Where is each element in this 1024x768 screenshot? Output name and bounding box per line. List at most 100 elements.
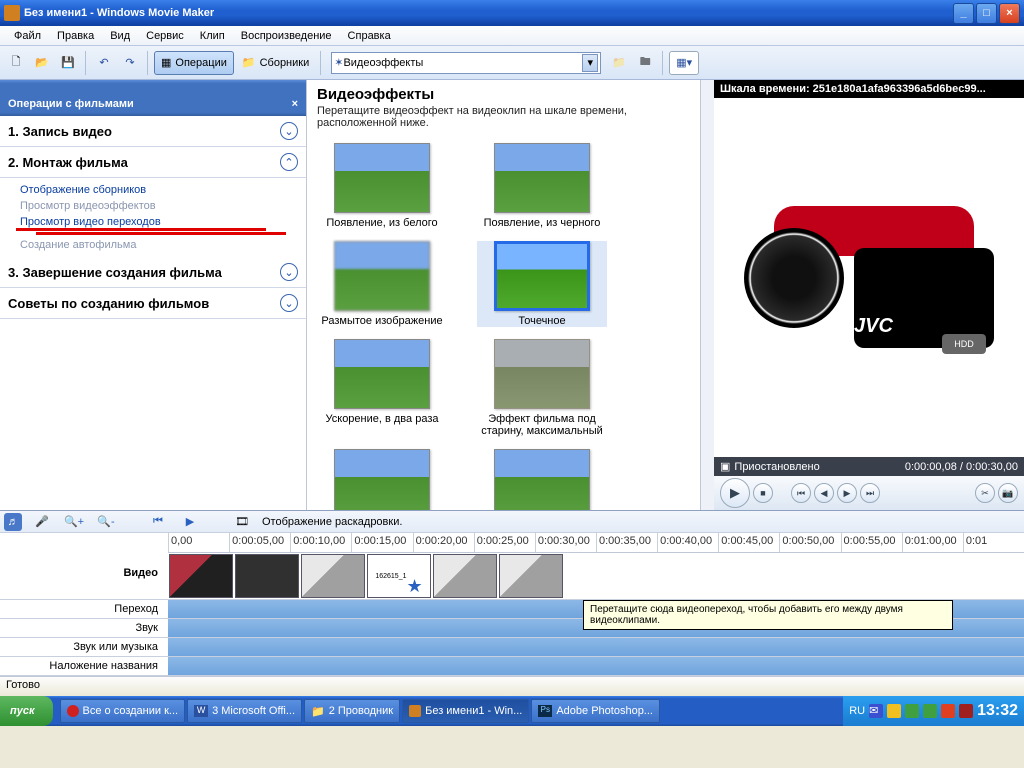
word-icon: W [194, 705, 208, 717]
chevron-down-icon: ⌄ [280, 263, 298, 281]
taskbar-item[interactable]: 📁2 Проводник [304, 699, 400, 723]
new-button[interactable]: 🗋 [4, 51, 28, 75]
effect-item[interactable]: Эффект фильма под старину, максимальный [477, 339, 607, 437]
menu-clip[interactable]: Клип [192, 28, 233, 44]
effect-item[interactable]: Размытое изображение [317, 241, 447, 327]
undo-button[interactable]: ↶ [92, 51, 116, 75]
section-finish[interactable]: 3. Завершение создания фильма ⌄ [0, 257, 306, 288]
close-button[interactable]: × [999, 3, 1020, 24]
clip[interactable] [301, 554, 365, 598]
taskbar: пуск Все о создании к... W3 Microsoft Of… [0, 696, 1024, 726]
clip[interactable] [169, 554, 233, 598]
tray-icon[interactable] [905, 704, 919, 718]
tray-icon[interactable]: ✉ [869, 704, 883, 718]
clock[interactable]: 13:32 [977, 702, 1018, 720]
link-show-collections[interactable]: Отображение сборников [20, 182, 306, 198]
up-button[interactable]: 📁 [607, 51, 631, 75]
link-view-transitions[interactable]: Просмотр видео переходов [20, 214, 306, 230]
view-button[interactable]: ▦▾ [669, 51, 699, 75]
clip[interactable] [499, 554, 563, 598]
section-capture[interactable]: 1. Запись видео ⌄ [0, 116, 306, 147]
view-mode-label[interactable]: Отображение раскадровки. [262, 516, 402, 528]
task-pane-title: Операции с фильмами [8, 98, 134, 110]
task-pane-close[interactable]: × [292, 98, 298, 110]
location-dropdown[interactable]: ▾ [582, 54, 598, 72]
section-tips[interactable]: Советы по созданию фильмов ⌄ [0, 288, 306, 319]
effect-item[interactable] [477, 449, 607, 510]
zoom-out-button[interactable]: 🔍- [94, 510, 118, 534]
tray-icon[interactable] [923, 704, 937, 718]
preview-panel: Шкала времени: 251e180a1afa963396a5d6bec… [714, 80, 1024, 510]
scrollbar[interactable] [700, 80, 714, 510]
effect-item-selected[interactable]: Точечное [477, 241, 607, 327]
redo-button[interactable]: ↷ [118, 51, 142, 75]
storyboard-icon[interactable]: 🎞 [230, 510, 254, 534]
step-back-button[interactable]: ◀ [814, 483, 834, 503]
effect-item[interactable]: Появление, из белого [317, 143, 447, 229]
track-music-content[interactable] [168, 638, 1024, 656]
track-title-content[interactable] [168, 657, 1024, 675]
zoom-in-button[interactable]: 🔍+ [62, 510, 86, 534]
tray-icon[interactable] [887, 704, 901, 718]
effect-item[interactable] [317, 449, 447, 510]
photoshop-icon: Ps [538, 705, 552, 717]
link-view-effects[interactable]: Просмотр видеоэффектов [20, 198, 306, 214]
track-video-content[interactable]: 162615_1★ [168, 553, 1024, 599]
taskbar-item[interactable]: W3 Microsoft Offi... [187, 699, 302, 723]
track-transition-content[interactable]: Перетащите сюда видеопереход, чтобы доба… [168, 600, 1024, 618]
menu-tools[interactable]: Сервис [138, 28, 192, 44]
effect-item[interactable]: Ускорение, в два раза [317, 339, 447, 437]
hdd-badge: HDD [942, 334, 986, 354]
menu-help[interactable]: Справка [340, 28, 399, 44]
effect-item[interactable]: Появление, из черного [477, 143, 607, 229]
menu-bar: Файл Правка Вид Сервис Клип Воспроизведе… [0, 26, 1024, 46]
track-video: Видео 162615_1★ [0, 553, 1024, 600]
save-button[interactable]: 💾 [56, 51, 80, 75]
start-button[interactable]: пуск [0, 696, 53, 726]
menu-play[interactable]: Воспроизведение [233, 28, 340, 44]
collections-button[interactable]: 📁 Сборники [236, 51, 315, 75]
snapshot-button[interactable]: 📷 [998, 483, 1018, 503]
timeline-ruler[interactable]: 0,000:00:05,000:00:10,000:00:15,000:00:2… [168, 533, 1024, 553]
timeline-narrate-button[interactable]: 🎤 [30, 510, 54, 534]
location-combo[interactable]: ✶ ▾ [331, 52, 601, 74]
rewind-button[interactable]: ⏮ [146, 510, 170, 534]
task-pane: Операции с фильмами × 1. Запись видео ⌄ … [0, 80, 306, 510]
window-title: Без имени1 - Windows Movie Maker [24, 7, 214, 19]
language-indicator[interactable]: RU [849, 705, 865, 717]
track-title-overlay: Наложение названия [0, 657, 1024, 676]
clip[interactable] [235, 554, 299, 598]
tray-icon[interactable] [941, 704, 955, 718]
taskbar-item-active[interactable]: Без имени1 - Win... [402, 699, 529, 723]
minimize-button[interactable]: _ [953, 3, 974, 24]
split-button[interactable]: ✂ [975, 483, 995, 503]
menu-edit[interactable]: Правка [49, 28, 102, 44]
maximize-button[interactable]: □ [976, 3, 997, 24]
open-button[interactable]: 📂 [30, 51, 54, 75]
title-bar: Без имени1 - Windows Movie Maker _ □ × [0, 0, 1024, 26]
nav-button[interactable]: 🖿 [633, 51, 657, 75]
play-timeline-button[interactable]: ▶ [178, 510, 202, 534]
section-finish-label: 3. Завершение создания фильма [8, 265, 222, 280]
taskbar-item[interactable]: PsAdobe Photoshop... [531, 699, 660, 723]
next-clip-button[interactable]: ⏭ [860, 483, 880, 503]
play-button[interactable]: ▶ [720, 478, 750, 508]
tasks-icon: ▦ [161, 56, 171, 69]
track-audio-label: Звук [0, 619, 168, 637]
link-automovie[interactable]: Создание автофильма [20, 237, 306, 253]
section-edit[interactable]: 2. Монтаж фильма ⌃ [0, 147, 306, 178]
tray-icon[interactable] [959, 704, 973, 718]
stop-button[interactable]: ■ [753, 483, 773, 503]
clip[interactable] [433, 554, 497, 598]
tasks-button[interactable]: ▦ Операции [154, 51, 234, 75]
prev-clip-button[interactable]: ⏮ [791, 483, 811, 503]
step-fwd-button[interactable]: ▶ [837, 483, 857, 503]
clip[interactable]: 162615_1★ [367, 554, 431, 598]
timeline-levels-button[interactable]: ♬ [4, 513, 22, 531]
location-input[interactable] [343, 57, 582, 69]
menu-view[interactable]: Вид [102, 28, 138, 44]
menu-file[interactable]: Файл [6, 28, 49, 44]
track-title-label: Наложение названия [0, 657, 168, 675]
track-music: Звук или музыка [0, 638, 1024, 657]
taskbar-item[interactable]: Все о создании к... [60, 699, 186, 723]
